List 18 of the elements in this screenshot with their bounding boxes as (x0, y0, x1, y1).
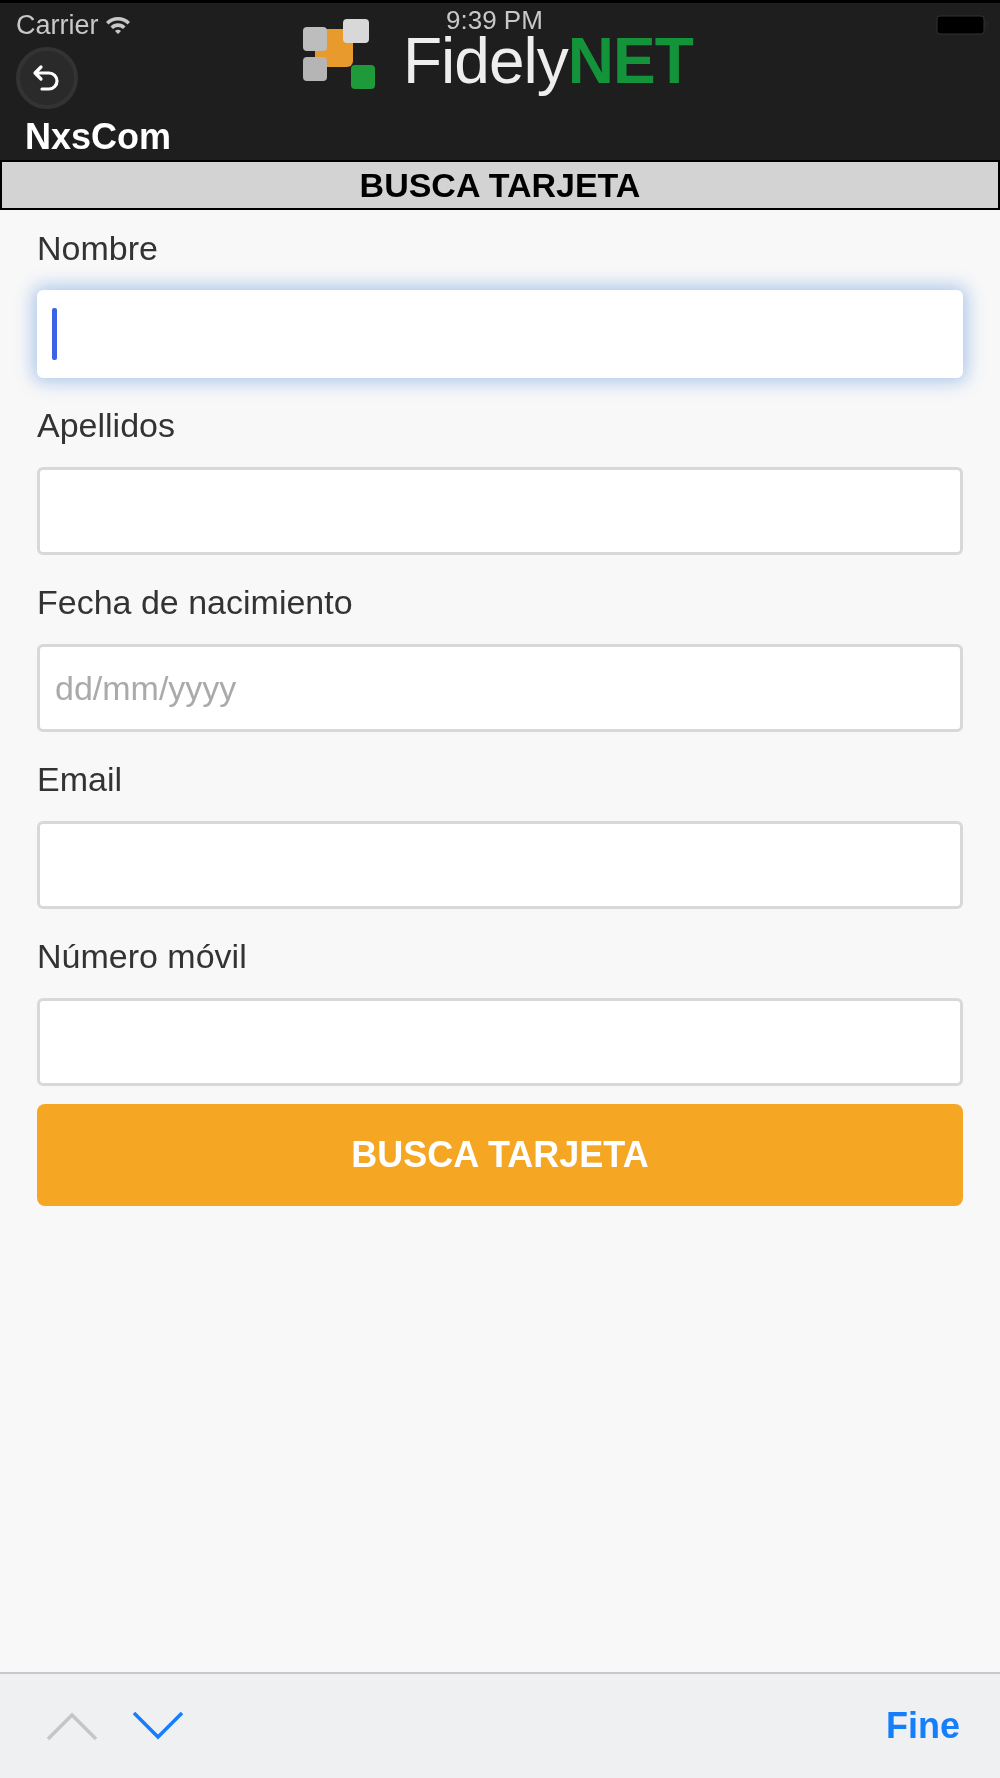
carrier-label: Carrier (16, 9, 99, 41)
status-time: 9:39 PM (446, 5, 543, 36)
search-card-button[interactable]: BUSCA TARJETA (37, 1104, 963, 1206)
field-label: Nombre (37, 228, 159, 269)
input-field[interactable]: dd/mm/yyyy (37, 644, 963, 732)
next-field-button[interactable] (132, 1711, 184, 1741)
field-label: Apellidos (37, 405, 176, 446)
input-field[interactable] (37, 821, 963, 909)
field-label: Fecha de nacimiento (37, 582, 354, 623)
account-name: NxsCom (25, 117, 172, 157)
field-label: Número móvil (37, 936, 248, 977)
input-field[interactable] (37, 467, 963, 555)
field-label: Email (37, 759, 124, 800)
text-cursor (52, 308, 57, 360)
wifi-icon (104, 15, 131, 35)
page-title: BUSCA TARJETA (0, 160, 1000, 210)
input-field[interactable] (37, 998, 963, 1086)
done-button[interactable]: Fine (886, 1705, 960, 1747)
